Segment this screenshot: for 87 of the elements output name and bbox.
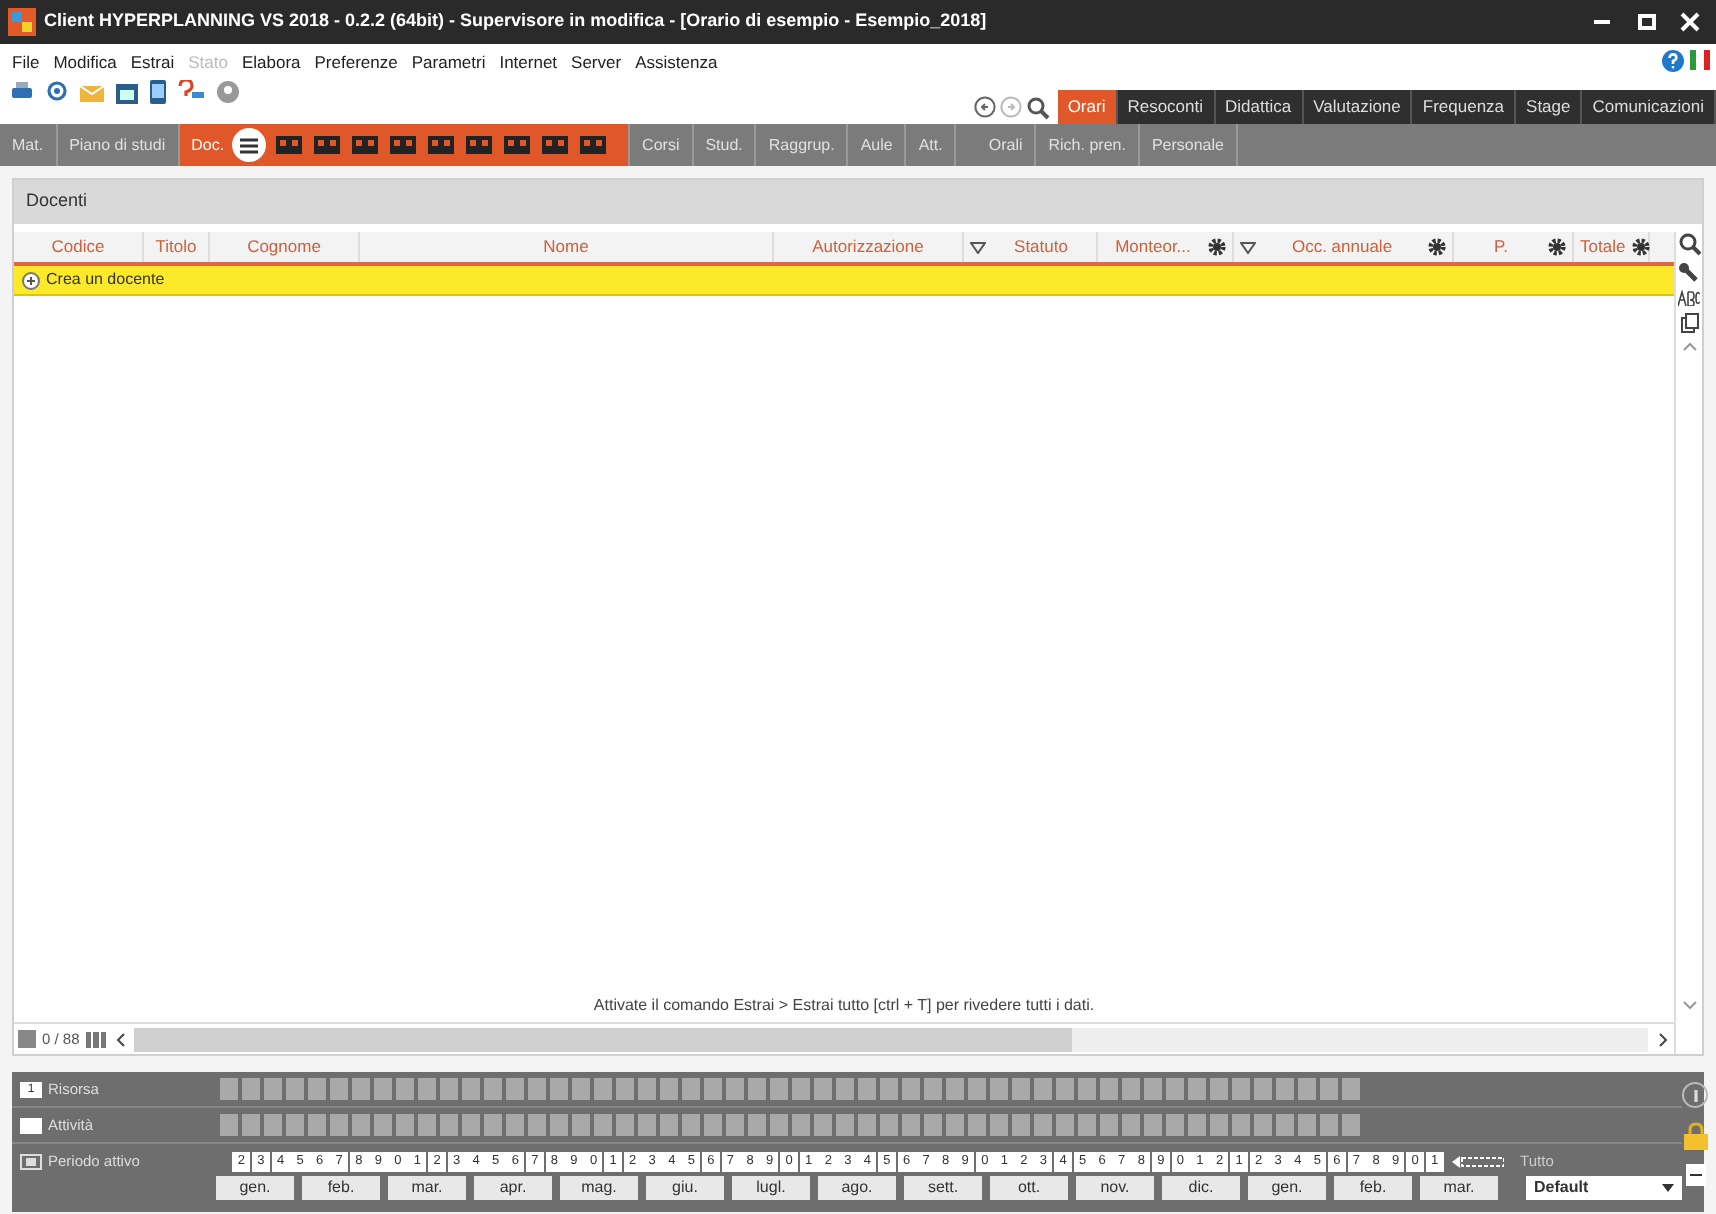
month-button[interactable]: feb. — [1334, 1175, 1412, 1199]
month-button[interactable]: giu. — [646, 1175, 724, 1199]
list-icon — [240, 137, 259, 153]
month-button[interactable]: dic. — [1162, 1175, 1240, 1199]
tab[interactable]: Doc. — [179, 124, 631, 166]
menu-item[interactable]: Estrai — [130, 50, 175, 76]
lock-icon[interactable] — [1683, 1122, 1707, 1150]
menu-item[interactable]: Assistenza — [635, 50, 718, 76]
list-view-button[interactable] — [232, 128, 267, 162]
column-label: P. — [1492, 234, 1510, 260]
info-icon[interactable] — [1682, 1082, 1708, 1108]
column-label: Titolo — [153, 234, 199, 260]
month-button[interactable]: ott. — [990, 1175, 1068, 1199]
gear-icon[interactable] — [1631, 238, 1650, 256]
menu-item[interactable]: Preferenze — [314, 50, 398, 76]
menu-item[interactable]: File — [12, 50, 40, 76]
column-label: Monteor... — [1113, 234, 1193, 260]
filter-icon[interactable] — [1240, 241, 1256, 253]
menu-item[interactable]: Modifica — [53, 50, 117, 76]
month-button[interactable]: gen. — [1248, 1175, 1326, 1199]
scroll-down-icon[interactable] — [1681, 1000, 1697, 1012]
add-icon — [22, 271, 40, 289]
app-logo-icon — [8, 8, 36, 36]
wrench-icon[interactable] — [1678, 262, 1700, 284]
columns-icon[interactable] — [85, 1031, 106, 1047]
help-icon[interactable] — [1662, 50, 1684, 72]
search-icon[interactable] — [1025, 95, 1050, 119]
month-button[interactable]: gen. — [216, 1175, 294, 1199]
preset-dropdown[interactable]: Default — [1526, 1175, 1682, 1199]
scroll-up-icon[interactable] — [1681, 340, 1697, 352]
gear-icon[interactable] — [1548, 238, 1566, 256]
menu-item[interactable]: Elabora — [241, 50, 301, 76]
tab[interactable]: Resoconti — [1117, 90, 1216, 124]
column-label: Statuto — [1012, 234, 1070, 260]
tab[interactable]: Orari — [1057, 90, 1118, 124]
calendar-icon[interactable] — [116, 79, 138, 104]
month-button[interactable]: mar. — [388, 1175, 466, 1199]
column-label: Codice — [49, 234, 107, 260]
spellcheck-icon[interactable] — [1678, 290, 1700, 306]
column-header[interactable]: Nome — [360, 232, 774, 262]
help-key-icon[interactable] — [178, 79, 204, 104]
month-button[interactable]: ago. — [818, 1175, 896, 1199]
scroll-right-icon[interactable] — [1654, 1029, 1670, 1049]
gear-icon[interactable] — [1428, 238, 1446, 256]
period-icon — [20, 1153, 42, 1169]
panel-title: Docenti — [26, 188, 88, 215]
printer-icon[interactable] — [10, 80, 34, 103]
month-button[interactable]: sett. — [904, 1175, 982, 1199]
column-header[interactable]: Statuto — [964, 232, 1098, 262]
month-button[interactable]: apr. — [474, 1175, 552, 1199]
create-row[interactable]: Crea un docente — [14, 266, 1674, 296]
column-label: Cognome — [245, 234, 323, 260]
window-title: Client HYPERPLANNING VS 2018 - 0.2.2 (64bit) - Supervisore in modifica - [Orario di esempio - Esempio_2018] — [44, 8, 989, 35]
month-button[interactable]: lugl. — [732, 1175, 810, 1199]
scroll-left-icon[interactable] — [111, 1029, 128, 1049]
menu-item[interactable]: Parametri — [411, 50, 486, 76]
search-icon[interactable] — [1677, 232, 1701, 256]
menu-item[interactable]: Server — [571, 50, 622, 76]
column-header[interactable]: Cognome — [210, 232, 360, 262]
flag-icon[interactable] — [1690, 50, 1710, 70]
tab[interactable]: Valutazione — [1303, 90, 1413, 124]
column-label: Totale — [1580, 234, 1626, 260]
copy-icon[interactable] — [1679, 312, 1699, 334]
column-label: Occ. annuale — [1289, 234, 1395, 260]
tab-label: Doc. — [191, 133, 225, 157]
month-button[interactable]: mar. — [1420, 1175, 1498, 1199]
filter-icon[interactable] — [970, 241, 986, 253]
horizontal-scrollbar[interactable] — [133, 1027, 1648, 1051]
phone-icon[interactable] — [150, 79, 166, 104]
info-message: Attivate il comando Estrai > Estrai tutto [ctrl + T] per rivedere tutti i dati. — [593, 994, 1095, 1018]
column-label: Nome — [541, 234, 591, 260]
column-header[interactable]: P. — [1454, 232, 1574, 262]
gear-icon[interactable] — [1208, 238, 1226, 256]
create-label: Crea un docente — [46, 268, 165, 292]
row-badge — [20, 1117, 42, 1133]
minus-button[interactable] — [1685, 1164, 1705, 1186]
column-header[interactable]: Totale — [1574, 232, 1650, 262]
back-icon[interactable] — [973, 96, 996, 118]
menu-item[interactable]: Internet — [499, 50, 558, 76]
caret-icon — [1662, 1183, 1674, 1191]
column-header[interactable]: Titolo — [144, 232, 210, 262]
tab[interactable]: Didattica — [1215, 90, 1304, 124]
month-button[interactable]: feb. — [302, 1175, 380, 1199]
column-label: Autorizzazione — [810, 234, 926, 260]
month-button[interactable]: mag. — [560, 1175, 638, 1199]
month-button[interactable]: nov. — [1076, 1175, 1154, 1199]
range-slider-icon[interactable] — [1452, 1155, 1505, 1167]
